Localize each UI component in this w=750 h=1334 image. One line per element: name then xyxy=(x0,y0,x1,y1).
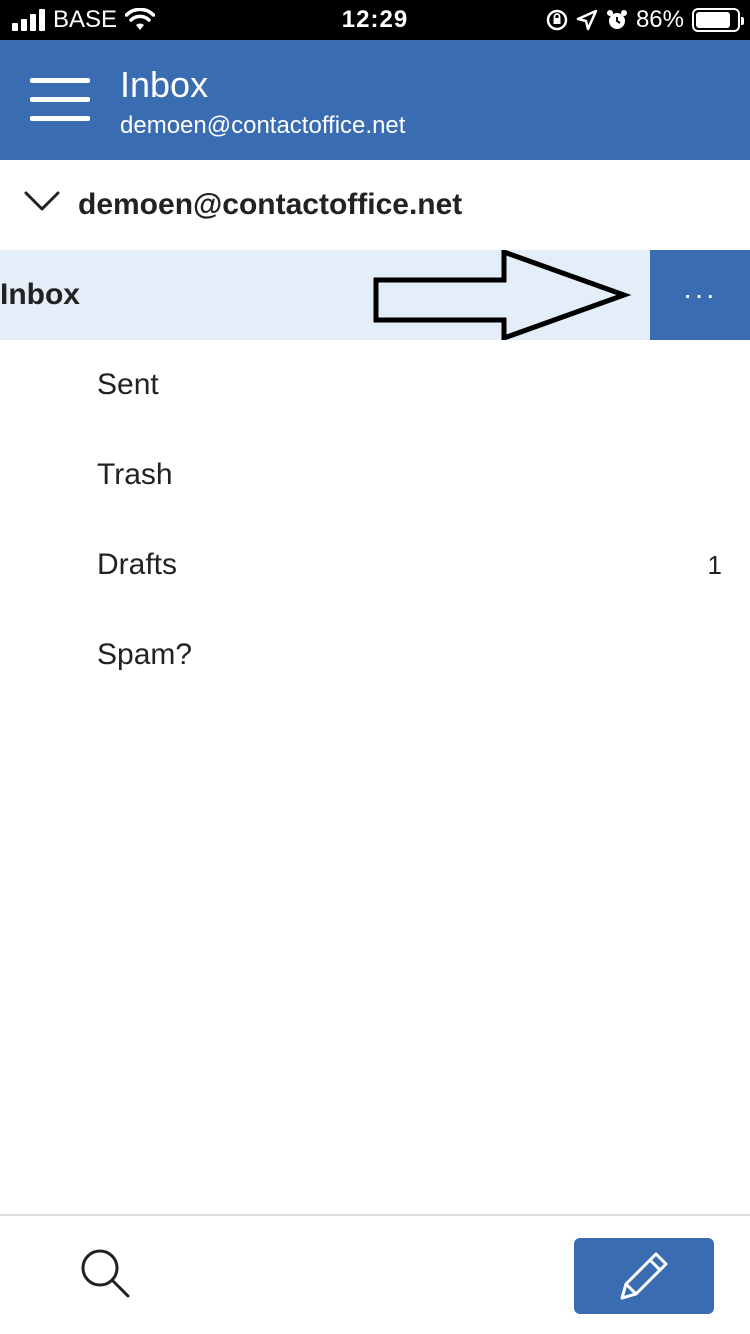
battery-percent: 86% xyxy=(635,6,684,33)
arrow-icon xyxy=(373,250,632,340)
folder-label: Inbox xyxy=(0,278,80,311)
folder-label: Sent xyxy=(97,368,159,401)
folder-label: Trash xyxy=(97,458,173,491)
folder-item-spam[interactable]: Spam? xyxy=(0,610,750,700)
more-options-button[interactable]: ··· xyxy=(650,250,750,340)
compose-button[interactable] xyxy=(574,1238,714,1314)
orientation-lock-icon xyxy=(546,9,568,31)
status-right: 86% xyxy=(546,6,744,34)
search-icon[interactable] xyxy=(78,1246,134,1302)
folder-label: Drafts xyxy=(97,548,178,581)
folder-item-sent[interactable]: Sent xyxy=(0,340,750,430)
alarm-icon xyxy=(606,10,627,29)
folder-item-drafts[interactable]: Drafts 1 xyxy=(0,520,750,610)
chevron-down-icon xyxy=(24,191,60,211)
folder-label: Spam? xyxy=(97,638,193,671)
battery-icon xyxy=(692,8,744,32)
account-toggle[interactable]: demoen@contactoffice.net xyxy=(0,160,750,250)
folder-item-trash[interactable]: Trash xyxy=(0,430,750,520)
account-label: demoen@contactoffice.net xyxy=(78,188,463,221)
pencil-icon xyxy=(620,1252,668,1300)
status-bar: BASE 12:29 86% xyxy=(0,0,750,40)
bottom-toolbar xyxy=(0,1214,750,1334)
folder-item-inbox[interactable]: Inbox ··· xyxy=(0,250,750,340)
page-title: Inbox xyxy=(120,64,209,105)
location-icon xyxy=(576,9,598,31)
unread-count: 1 xyxy=(707,550,722,580)
page-subtitle: demoen@contactoffice.net xyxy=(120,112,406,139)
app-header: Inbox demoen@contactoffice.net xyxy=(0,40,750,160)
battery-level xyxy=(696,12,731,28)
menu-icon[interactable] xyxy=(30,78,90,122)
